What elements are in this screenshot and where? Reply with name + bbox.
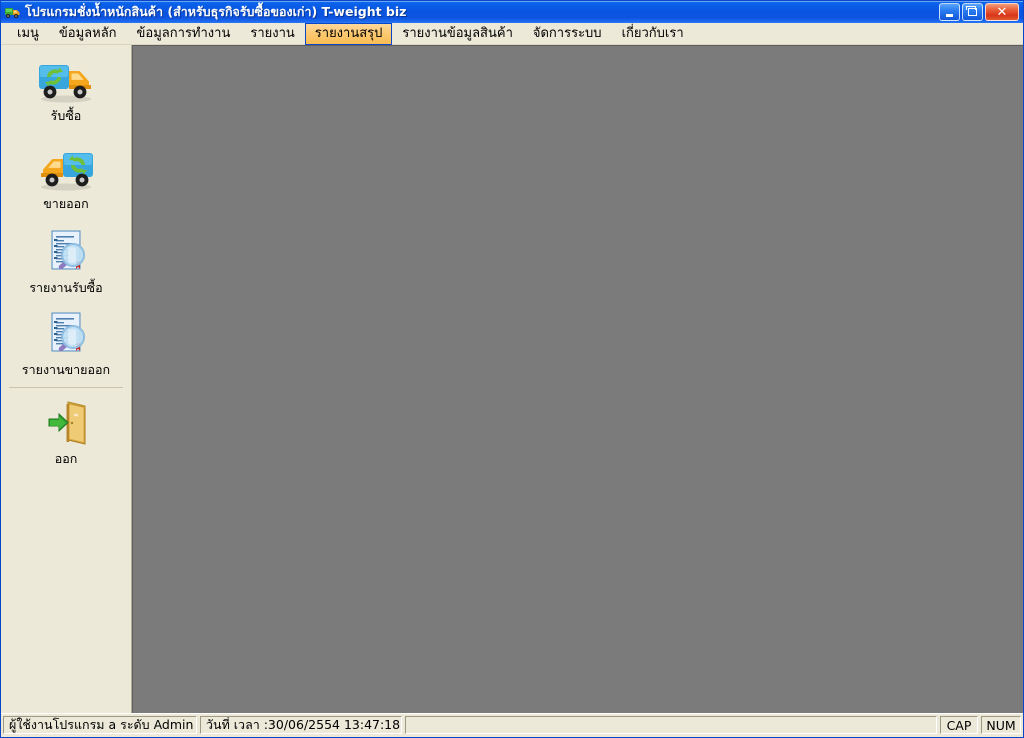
sidebar-item-sell-label: ขายออก	[43, 196, 89, 211]
menu-bar: เมนู ข้อมูลหลัก ข้อมูลการทำงาน รายงาน รา…	[1, 22, 1023, 45]
report-sell-icon	[35, 309, 97, 361]
main-client-area[interactable]	[132, 45, 1023, 713]
menu-item-master-data[interactable]: ข้อมูลหลัก	[49, 23, 127, 45]
menu-item-menu[interactable]: เมนู	[7, 23, 49, 45]
menu-item-summary-reports[interactable]: รายงานสรุป	[304, 22, 393, 45]
menu-item-product-reports[interactable]: รายงานข้อมูลสินค้า	[392, 23, 522, 45]
menu-item-work-data[interactable]: ข้อมูลการทำงาน	[127, 23, 241, 45]
restore-icon	[966, 6, 977, 16]
sidebar-item-buy[interactable]: รับซื้อ	[1, 53, 131, 123]
menu-item-about-us[interactable]: เกี่ยวกับเรา	[612, 23, 694, 45]
minimize-button[interactable]	[939, 3, 960, 21]
sidebar-item-exit-label: ออก	[54, 451, 78, 466]
truck-buy-icon	[35, 55, 97, 107]
sidebar: รับซื้อ ขายออก รายงานรับซื้อ รายงานขายออ…	[1, 45, 132, 713]
status-user: ผู้ใช้งานโปรแกรม a ระดับ Admin	[3, 716, 197, 734]
status-message	[405, 716, 937, 734]
menu-item-system-management[interactable]: จัดการระบบ	[523, 23, 612, 45]
body-row: รับซื้อ ขายออก รายงานรับซื้อ รายงานขายออ…	[1, 45, 1023, 713]
truck-icon	[4, 4, 21, 20]
status-num-lock: NUM	[981, 716, 1021, 734]
close-button[interactable]: ✕	[985, 3, 1019, 21]
sidebar-item-exit[interactable]: ออก	[1, 396, 131, 466]
window-title: โปรแกรมชั่งน้ำหนักสินค้า (สำหรับธุรกิจรั…	[25, 4, 407, 19]
truck-sell-icon	[35, 143, 97, 195]
restore-button[interactable]	[962, 3, 983, 21]
status-bar: ผู้ใช้งานโปรแกรม a ระดับ Admin วันที่ เว…	[1, 713, 1023, 737]
sidebar-item-sell-report[interactable]: รายงานขายออก	[1, 307, 131, 377]
sidebar-item-buy-report[interactable]: รายงานรับซื้อ	[1, 225, 131, 295]
minimize-icon	[946, 13, 953, 17]
report-buy-icon	[35, 227, 97, 279]
sidebar-item-sell-report-label: รายงานขายออก	[21, 362, 111, 377]
sidebar-item-buy-label: รับซื้อ	[50, 108, 82, 123]
status-caps-lock: CAP	[940, 716, 978, 734]
exit-door-icon	[35, 398, 97, 450]
sidebar-item-sell[interactable]: ขายออก	[1, 141, 131, 211]
menu-item-reports[interactable]: รายงาน	[240, 23, 304, 45]
sidebar-separator	[9, 387, 123, 388]
application-window: โปรแกรมชั่งน้ำหนักสินค้า (สำหรับธุรกิจรั…	[0, 0, 1024, 738]
close-icon: ✕	[996, 4, 1008, 20]
sidebar-item-buy-report-label: รายงานรับซื้อ	[29, 280, 103, 295]
window-controls: ✕	[939, 3, 1021, 21]
status-datetime: วันที่ เวลา :30/06/2554 13:47:18	[200, 716, 402, 734]
title-bar: โปรแกรมชั่งน้ำหนักสินค้า (สำหรับธุรกิจรั…	[1, 1, 1023, 23]
